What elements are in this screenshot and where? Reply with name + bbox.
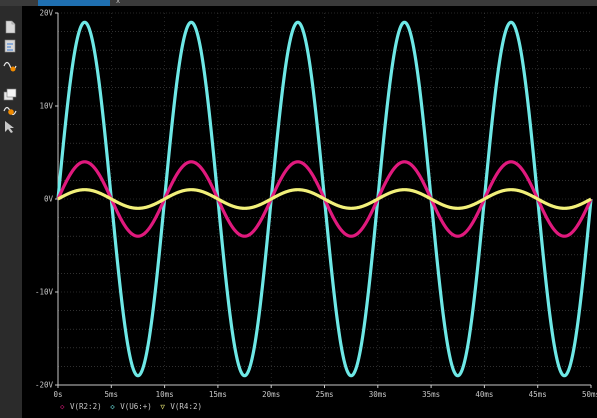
x-tick-label: 10ms <box>156 390 174 399</box>
legend-marker: ◇ <box>60 402 65 411</box>
y-tick-label: -10V <box>35 288 54 297</box>
waveform-plot[interactable]: 20V 10V 0V -10V -20V 0s 5ms 10ms 15ms 20ms 25ms 30… <box>0 0 597 418</box>
x-axis-tick-labels: 0s 5ms 10ms 15ms 20ms 25ms 30ms 35ms 40ms 45ms 50m… <box>53 390 597 399</box>
y-tick-label: 0V <box>44 195 54 204</box>
legend: ◇ V(R2:2) ◇ V(U6:+) ▽ V(R4:2) <box>60 402 202 411</box>
x-tick-label: 45ms <box>529 390 547 399</box>
legend-marker: ◇ <box>110 402 115 411</box>
y-tick-label: 10V <box>39 102 53 111</box>
x-tick-label: 25ms <box>315 390 333 399</box>
x-tick-label: 35ms <box>422 390 440 399</box>
x-tick-label: 30ms <box>369 390 387 399</box>
legend-label: V(U6:+) <box>120 402 152 411</box>
x-tick-label: 40ms <box>475 390 493 399</box>
y-tick-label: 20V <box>39 9 53 18</box>
x-tick-label: 20ms <box>262 390 280 399</box>
plot-axes <box>55 12 592 388</box>
x-tick-label: 5ms <box>105 390 119 399</box>
x-tick-label: 0s <box>53 390 62 399</box>
x-tick-label: 15ms <box>209 390 227 399</box>
legend-label: V(R4:2) <box>170 402 202 411</box>
legend-marker: ▽ <box>160 402 165 411</box>
y-tick-label: -20V <box>35 381 54 390</box>
legend-label: V(R2:2) <box>70 402 102 411</box>
x-tick-label: 50ms <box>582 390 597 399</box>
y-axis-tick-labels: 20V 10V 0V -10V -20V <box>35 9 54 390</box>
